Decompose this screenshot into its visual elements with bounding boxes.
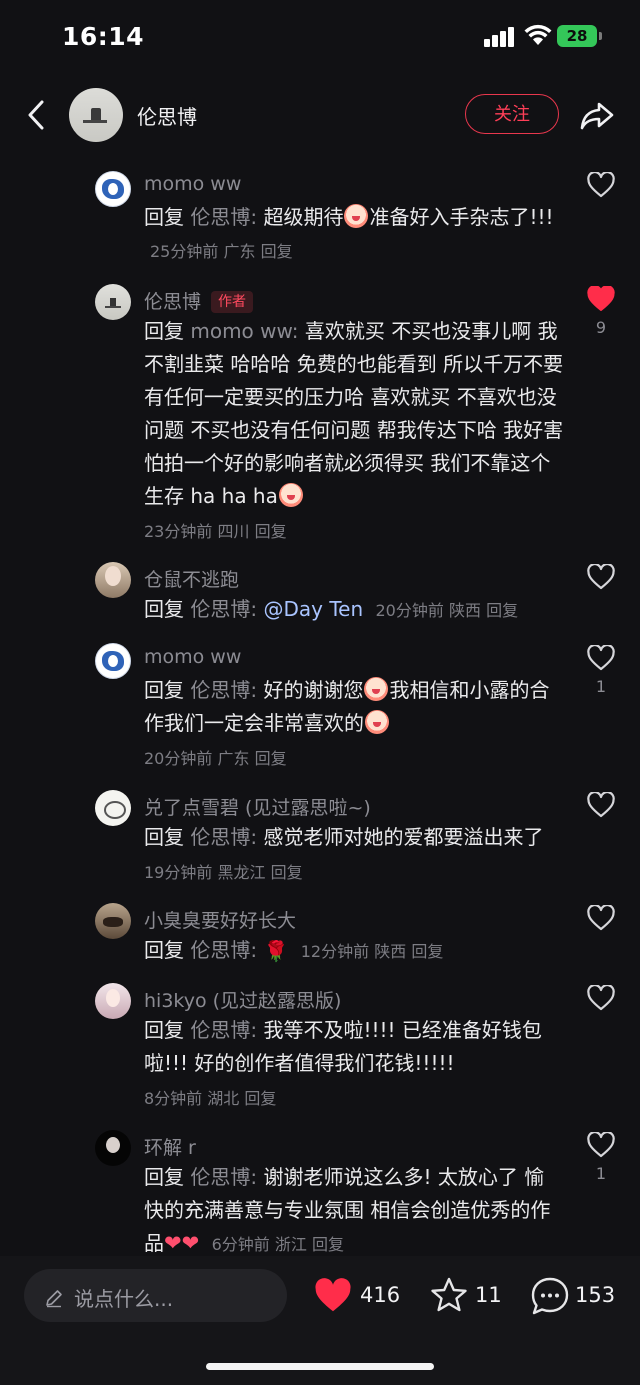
like-button[interactable] (584, 985, 618, 1017)
heart-outline-icon (587, 985, 615, 1011)
reply-link[interactable]: 回复 (255, 749, 287, 768)
like-button[interactable]: 1 (584, 1132, 618, 1183)
comment-text: 回复 伦思博: 超级期待 准备好入手杂志了!!! 25分钟前 广东 回复 (144, 204, 554, 261)
comment-username[interactable]: 仓鼠不逃跑 (144, 565, 239, 592)
like-count: 1 (595, 677, 607, 696)
like-button[interactable] (584, 564, 618, 596)
wifi-icon (524, 24, 552, 45)
heart-emoji-icon: ❤❤ (164, 1231, 200, 1255)
comment-username[interactable]: 环解 r (144, 1133, 196, 1160)
author-name[interactable]: 伦思博 (137, 101, 197, 130)
comment-meta: 8分钟前 湖北 回复 (144, 1089, 277, 1108)
emoji-icon (365, 710, 389, 734)
like-button[interactable] (584, 172, 618, 204)
heart-filled-icon (315, 1278, 351, 1312)
reply-link[interactable]: 回复 (271, 863, 303, 882)
favorite-button[interactable]: 11 (429, 1276, 509, 1316)
comment-username[interactable]: hi3kyo (见过赵露思版) (144, 986, 341, 1013)
avatar[interactable] (95, 903, 131, 939)
comment-meta: 23分钟前 四川 回复 (144, 522, 287, 541)
back-icon[interactable] (22, 96, 54, 134)
comment-text: 回复 伦思博: 🌹 12分钟前 陕西 回复 (144, 934, 564, 968)
emoji-icon (364, 677, 389, 701)
share-icon[interactable] (578, 96, 616, 134)
comment-count: 153 (575, 1283, 616, 1307)
comment-username[interactable]: 小臭臭要好好长大 (144, 906, 296, 933)
reply-link[interactable]: 回复 (244, 1089, 276, 1108)
mention-link[interactable]: @Day Ten (263, 597, 363, 621)
like-button[interactable] (584, 905, 618, 937)
comment-username[interactable]: 伦思博 作者 (144, 287, 254, 314)
avatar[interactable] (95, 562, 131, 598)
rose-icon: 🌹 (263, 939, 289, 963)
comment-meta: 20分钟前 广东 回复 (144, 749, 287, 768)
heart-outline-icon (587, 1132, 615, 1158)
comment-text: 回复 伦思博: 谢谢老师说这么多! 太放心了 愉快的充满善意与专业氛围 相信会创… (144, 1165, 551, 1255)
comment-text: 回复 伦思博: 好的谢谢您 我相信和小露的合作我们一定会非常喜欢的 (144, 677, 550, 735)
reply-link[interactable]: 回复 (486, 601, 518, 620)
comment-text: 回复 伦思博: @Day Ten 20分钟前 陕西 回复 (144, 597, 519, 621)
author-avatar[interactable] (69, 88, 123, 142)
avatar[interactable] (95, 284, 131, 320)
heart-outline-icon (587, 645, 615, 671)
comment-username[interactable]: 兑了点雪碧 (见过露思啦~) (144, 793, 371, 820)
heart-outline-icon (587, 905, 615, 931)
emoji-icon (278, 483, 303, 507)
avatar[interactable] (95, 790, 131, 826)
comment-bubble-icon (531, 1277, 569, 1315)
comment-text: 回复 momo ww: 喜欢就买 不买也没事儿啊 我不割韭菜 哈哈哈 免费的也能… (144, 319, 564, 508)
comment-username[interactable]: momo ww (144, 646, 241, 668)
author-badge: 作者 (211, 291, 254, 313)
avatar[interactable] (95, 643, 131, 679)
comment-input-placeholder[interactable]: 说点什么... (74, 1283, 173, 1312)
comment-meta: 19分钟前 黑龙江 回复 (144, 863, 303, 882)
avatar[interactable] (95, 171, 131, 207)
like-button[interactable] (584, 792, 618, 824)
heart-outline-icon (587, 564, 615, 590)
reply-link[interactable]: 回复 (411, 942, 443, 961)
comment-text: 回复 伦思博: 感觉老师对她的爱都要溢出来了 (144, 825, 544, 849)
comment-count-button[interactable]: 153 (529, 1276, 629, 1316)
like-count: 9 (595, 318, 607, 337)
heart-filled-icon (587, 286, 615, 311)
status-time: 16:14 (62, 22, 145, 51)
signal-icon (484, 27, 516, 47)
heart-outline-icon (587, 792, 615, 818)
reply-link[interactable]: 回复 (255, 522, 287, 541)
home-indicator (206, 1363, 434, 1370)
emoji-icon (344, 204, 369, 228)
reply-link[interactable]: 回复 (312, 1235, 344, 1254)
like-count: 1 (595, 1164, 607, 1183)
pencil-icon (46, 1290, 62, 1308)
comment-meta: 12分钟前 陕西 回复 (300, 942, 444, 961)
comment-list[interactable]: momo ww 回复 伦思博: 超级期待 准备好入手杂志了!!! 25分钟前 广东… (0, 160, 640, 1256)
battery-indicator: 28 (557, 25, 602, 47)
heart-outline-icon (587, 172, 615, 198)
like-button[interactable]: 9 (584, 286, 618, 337)
post-like-count: 416 (360, 1283, 401, 1307)
comment-meta: 20分钟前 陕西 回复 (375, 601, 519, 620)
status-bar: 16:14 28 (0, 0, 640, 74)
like-post-button[interactable]: 416 (313, 1276, 403, 1316)
comment-text: 回复 伦思博: 我等不及啦!!!! 已经准备好钱包啦!!! 好的创作者值得我们花… (144, 1018, 542, 1075)
comment-meta: 25分钟前 广东 回复 (150, 242, 293, 261)
avatar[interactable] (95, 1130, 131, 1166)
like-button[interactable]: 1 (584, 645, 618, 696)
comment-meta: 6分钟前 浙江 回复 (211, 1235, 344, 1254)
header: 伦思博 关注 (0, 84, 640, 146)
reply-link[interactable]: 回复 (261, 242, 293, 261)
follow-button[interactable]: 关注 (465, 94, 559, 134)
comment-username[interactable]: momo ww (144, 173, 241, 195)
favorite-count: 11 (475, 1283, 502, 1307)
star-icon (431, 1277, 467, 1312)
bottom-bar: 说点什么... 416 11 153 (0, 1256, 640, 1385)
avatar[interactable] (95, 983, 131, 1019)
